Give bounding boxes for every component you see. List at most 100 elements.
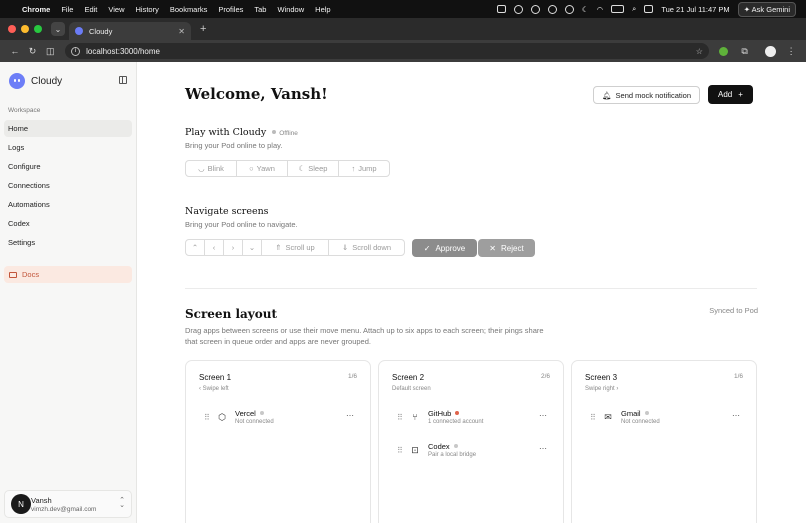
- collapse-sidebar-icon[interactable]: [119, 76, 127, 84]
- brand[interactable]: Cloudy: [9, 73, 62, 89]
- cloudy-logo-icon: [9, 73, 25, 89]
- user-menu[interactable]: N Vansh vimzh.dev@gmail.com ⌃ ⌄: [4, 490, 132, 518]
- screen-layout-title: Screen layout: [185, 307, 278, 321]
- sidebar-item-label: Connections: [8, 181, 50, 190]
- drag-handle-icon[interactable]: ⠿: [397, 413, 403, 422]
- minimize-window-button[interactable]: [21, 25, 29, 33]
- app-viewport: Cloudy Workspace Home Logs Configure Con…: [0, 62, 806, 523]
- extension-icon[interactable]: [718, 46, 728, 56]
- tab-title: Cloudy: [89, 26, 113, 36]
- app-row-gmail[interactable]: ⠿ ✉ Gmail Not connected ⋯: [590, 408, 740, 430]
- ask-gemini-button[interactable]: ✦ Ask Gemini: [737, 1, 796, 17]
- site-info-icon[interactable]: i: [71, 46, 81, 56]
- screen-subtitle: ‹ Swipe left: [199, 386, 229, 392]
- bookmark-star-icon[interactable]: ☆: [696, 47, 703, 56]
- profile-avatar[interactable]: [765, 45, 777, 57]
- menu-window[interactable]: Window: [277, 5, 304, 14]
- send-mock-label: Send mock notification: [615, 90, 691, 100]
- menu-help[interactable]: Help: [315, 5, 330, 14]
- sidebar-item-label: Home: [8, 124, 29, 133]
- more-icon[interactable]: ⋯: [539, 444, 547, 453]
- reload-button[interactable]: ↻: [24, 46, 42, 57]
- os-menubar: Chrome File Edit View History Bookmarks …: [0, 0, 806, 18]
- menu-file[interactable]: File: [61, 5, 73, 14]
- browser-menu-icon[interactable]: ⋮: [782, 46, 800, 57]
- browser-tabstrip: ⌄ Cloudy ✕ +: [0, 18, 806, 40]
- play-status-icon[interactable]: [547, 4, 557, 14]
- menu-tab[interactable]: Tab: [254, 5, 266, 14]
- sidebar-item-codex[interactable]: Codex: [4, 215, 132, 232]
- status-sync-icon[interactable]: [530, 4, 540, 14]
- sync-status: Synced to Pod: [709, 306, 758, 315]
- menu-edit[interactable]: Edit: [84, 5, 97, 14]
- app-row-codex[interactable]: ⠿ ⊡ Codex Pair a local bridge ⋯: [397, 441, 547, 463]
- app-row-vercel[interactable]: ⠿ ⬡ Vercel Not connected ⋯: [204, 408, 354, 430]
- menu-profiles[interactable]: Profiles: [218, 5, 243, 14]
- sleep-button[interactable]: ☾ Sleep: [288, 161, 339, 176]
- fullscreen-window-button[interactable]: [34, 25, 42, 33]
- menu-app-name[interactable]: Chrome: [22, 5, 50, 14]
- chevron-up-button[interactable]: ⌃: [186, 240, 205, 255]
- approve-label: Approve: [435, 243, 466, 253]
- more-icon[interactable]: ⋯: [732, 411, 740, 420]
- browser-tab-cloudy[interactable]: Cloudy ✕: [69, 22, 191, 40]
- sidebar-item-configure[interactable]: Configure: [4, 158, 132, 175]
- chevron-right-icon: ›: [614, 386, 619, 392]
- more-icon[interactable]: ⋯: [539, 411, 547, 420]
- sidebar-toggle-icon[interactable]: ◫: [41, 46, 59, 57]
- close-tab-icon[interactable]: ✕: [178, 27, 185, 36]
- app-row-github[interactable]: ⠿ ⑂ GitHub 1 connected account ⋯: [397, 408, 547, 430]
- drag-handle-icon[interactable]: ⠿: [204, 413, 210, 422]
- jump-button[interactable]: ↑ Jump: [339, 161, 389, 176]
- approve-button[interactable]: ✓ Approve: [412, 239, 477, 257]
- section-divider: [185, 288, 757, 289]
- sidebar-item-logs[interactable]: Logs: [4, 139, 132, 156]
- more-icon[interactable]: ⋯: [346, 411, 354, 420]
- battery-icon[interactable]: [611, 5, 625, 13]
- chevron-left-button[interactable]: ‹: [205, 240, 224, 255]
- sidebar-item-connections[interactable]: Connections: [4, 177, 132, 194]
- sidebar-item-label: Logs: [8, 143, 25, 152]
- new-tab-button[interactable]: +: [200, 23, 206, 35]
- jump-label: Jump: [358, 164, 377, 173]
- scroll-down-button[interactable]: ⇓ Scroll down: [329, 240, 404, 255]
- menu-history[interactable]: History: [136, 5, 159, 14]
- scroll-up-button[interactable]: ⇑ Scroll up: [262, 240, 329, 255]
- extensions-puzzle-icon[interactable]: ⧉: [736, 46, 754, 57]
- screen-layout-description: Drag apps between screens or use their m…: [185, 326, 544, 346]
- sidebar-item-automations[interactable]: Automations: [4, 196, 132, 213]
- record-status-icon[interactable]: [564, 4, 574, 14]
- drag-handle-icon[interactable]: ⠿: [397, 446, 403, 455]
- send-mock-notification-button[interactable]: 🔔︎ Send mock notification: [593, 86, 700, 104]
- status-cloud-icon[interactable]: [513, 4, 523, 14]
- drag-handle-icon[interactable]: ⠿: [590, 413, 596, 422]
- offline-status: Offline: [279, 130, 298, 137]
- add-button[interactable]: Add +: [708, 85, 753, 104]
- close-window-button[interactable]: [8, 25, 16, 33]
- control-center-icon[interactable]: [644, 5, 654, 13]
- tab-search-button[interactable]: ⌄: [51, 22, 65, 36]
- blink-button[interactable]: ◡ Blink: [186, 161, 237, 176]
- status-dot: [455, 411, 460, 415]
- reject-button[interactable]: ✕ Reject: [478, 239, 535, 257]
- play-title: Play with Cloudy: [185, 127, 267, 138]
- address-bar[interactable]: i localhost:3000/home ☆: [65, 43, 709, 59]
- search-icon[interactable]: ⌕: [632, 4, 636, 14]
- chevron-down-button[interactable]: ⌄: [243, 240, 262, 255]
- blink-label: Blink: [207, 164, 224, 173]
- sidebar-item-settings[interactable]: Settings: [4, 234, 132, 251]
- moon-icon[interactable]: ☾: [582, 5, 589, 14]
- wifi-icon[interactable]: ◠: [597, 5, 604, 14]
- clock[interactable]: Tue 21 Jul 11:47 PM: [661, 5, 729, 14]
- status-app-icon[interactable]: [496, 5, 506, 13]
- mail-icon: ✉: [604, 412, 612, 422]
- chevron-right-button[interactable]: ›: [224, 240, 243, 255]
- sidebar-item-docs[interactable]: Docs: [4, 266, 132, 283]
- double-chevron-down-icon: ⇓: [341, 243, 349, 252]
- chevron-down-icon: ⌄: [248, 243, 256, 252]
- menu-bookmarks[interactable]: Bookmarks: [170, 5, 208, 14]
- yawn-button[interactable]: ○ Yawn: [237, 161, 288, 176]
- back-button[interactable]: ←: [6, 46, 24, 56]
- menu-view[interactable]: View: [108, 5, 124, 14]
- sidebar-item-home[interactable]: Home: [4, 120, 132, 137]
